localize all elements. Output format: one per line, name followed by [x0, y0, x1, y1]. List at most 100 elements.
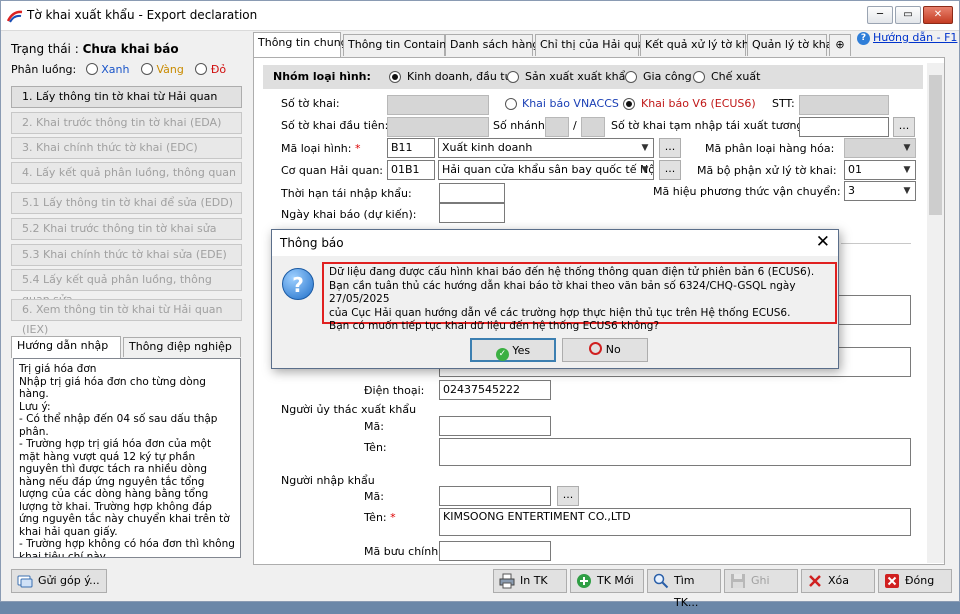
lane-yellow-radio[interactable]: [140, 63, 153, 75]
notification-dialog: Thông báo ✕ ? Dữ liệu đang được cấu hình…: [271, 229, 839, 369]
step-1-button[interactable]: 1. Lấy thông tin tờ khai từ Hải quan (ED…: [11, 86, 242, 123]
stt-field: [799, 95, 889, 115]
delete-button[interactable]: Xóa: [801, 569, 875, 593]
close-icon[interactable]: ✕: [816, 232, 830, 252]
scrollbar-thumb[interactable]: [929, 75, 942, 215]
search-declaration-button[interactable]: Tìm TK...: [647, 569, 721, 609]
tab-input-guide[interactable]: Hướng dẫn nhập liệu: [11, 336, 121, 370]
close-window-button[interactable]: ✕: [923, 6, 953, 24]
chevron-down-icon: ▼: [903, 165, 911, 175]
maximize-button[interactable]: ▭: [895, 6, 921, 24]
type-name-value: Xuất kinh doanh: [442, 141, 533, 154]
status-value: Chưa khai báo: [82, 42, 179, 56]
step-3-button[interactable]: 3. Khai chính thức tờ khai (EDC): [11, 137, 242, 159]
save-label: Ghi: [751, 574, 770, 587]
processing-unit-select[interactable]: 01 ▼: [844, 160, 916, 180]
lane-green-radio[interactable]: [85, 63, 98, 75]
minimize-button[interactable]: ─: [867, 6, 893, 24]
importer-name-input[interactable]: KIMSOONG ENTERTIMENT CO.,LTD: [439, 508, 911, 536]
search-icon: [653, 573, 669, 589]
transport-mode-label-text: Mã hiệu phương thức vận chuyển:: [653, 185, 841, 198]
tab-declaration-management[interactable]: Quản lý tờ khai: [747, 34, 836, 56]
type-name-select[interactable]: Xuất kinh doanh ▼: [438, 138, 654, 158]
step-6-button[interactable]: 6. Xem thông tin tờ khai từ Hải quan (IE…: [11, 299, 242, 336]
branch-slash: /: [573, 119, 577, 132]
entrusting-name-input[interactable]: [439, 438, 911, 466]
temp-import-declaration-input[interactable]: [799, 117, 889, 137]
entrusting-code-label: Mã:: [364, 420, 384, 433]
type-code-input[interactable]: B11: [387, 138, 435, 158]
new-declaration-button[interactable]: TK Mới: [570, 569, 644, 593]
processing-unit-label: Mã bộ phận xử lý tờ khai:: [697, 164, 837, 177]
ecus6-label: Khai báo V6 (ECUS6): [641, 97, 756, 110]
tab-container-info[interactable]: Thông tin Container: [343, 34, 457, 56]
temp-import-lookup-button[interactable]: ...: [893, 117, 915, 137]
feedback-button[interactable]: Gửi góp ý...: [11, 569, 107, 593]
importer-lookup-button[interactable]: ...: [557, 486, 579, 506]
tab-processing-results[interactable]: Kết quả xử lý tờ khai: [640, 34, 759, 56]
declaration-date-input[interactable]: [439, 203, 505, 223]
step-5-2-button[interactable]: 5.2 Khai trước thông tin tờ khai sửa (ED…: [11, 218, 242, 255]
section-divider: [841, 243, 911, 244]
chevron-down-icon: ▼: [903, 186, 911, 196]
tab-goods-list[interactable]: Danh sách hàng: [445, 34, 539, 56]
transport-mode-select[interactable]: 3 ▼: [844, 181, 916, 201]
close-button[interactable]: Đóng: [878, 569, 952, 593]
vnaccs-radio[interactable]: [505, 98, 517, 110]
branch-number-label: Số nhánh:: [493, 119, 549, 132]
vertical-scrollbar[interactable]: [927, 63, 944, 563]
dialog-message: Dữ liệu đang được cấu hình khai báo đến …: [322, 262, 837, 332]
no-button[interactable]: No: [562, 338, 648, 362]
new-declaration-label: TK Mới: [597, 574, 634, 587]
group-production-label: Sản xuất xuất khẩu: [525, 70, 633, 83]
customs-office-code-input[interactable]: 01B1: [387, 160, 435, 180]
step-5-1-button[interactable]: 5.1 Lấy thông tin tờ khai để sửa (EDD): [11, 192, 242, 214]
title-bar: Tờ khai xuất khẩu - Export declaration ─…: [1, 1, 959, 31]
group-processing-radio[interactable]: [625, 71, 637, 83]
customs-office-select[interactable]: Hải quan cửa khẩu sân bay quốc tế Nội ▼: [438, 160, 654, 180]
importer-code-input[interactable]: [439, 486, 551, 506]
importer-name-label: Tên: *: [364, 511, 396, 524]
branch-total-field: [581, 117, 605, 137]
dialog-title: Thông báo: [280, 236, 344, 250]
step-5-3-button[interactable]: 5.3 Khai chính thức tờ khai sửa (EDE): [11, 244, 242, 266]
lane-red-radio[interactable]: [195, 63, 208, 75]
dialog-title-bar: Thông báo ✕: [272, 230, 838, 256]
entrusting-code-input[interactable]: [439, 416, 551, 436]
tab-customs-instructions[interactable]: Chỉ thị của Hải quan: [535, 34, 652, 56]
tab-business-messages[interactable]: Thông điệp nghiệp vụ: [123, 337, 241, 371]
ecus6-radio[interactable]: [623, 98, 635, 110]
group-production-radio[interactable]: [507, 71, 519, 83]
search-declaration-label: Tìm TK...: [674, 574, 699, 609]
phone-input[interactable]: 02437545222: [439, 380, 551, 400]
group-business-radio[interactable]: [389, 71, 401, 83]
help-link[interactable]: Hướng dẫn - F1: [873, 31, 957, 44]
print-button[interactable]: In TK: [493, 569, 567, 593]
tab-scroll-icon[interactable]: ⊕: [829, 34, 851, 56]
yes-button[interactable]: ✓ Yes: [470, 338, 556, 362]
floppy-disk-icon: [731, 574, 745, 588]
lane-green-label: Xanh: [101, 63, 130, 76]
step-4-button[interactable]: 4. Lấy kết quả phân luồng, thông quan: [11, 162, 242, 184]
customs-office-label-text: Cơ quan Hải quan:: [281, 164, 384, 177]
save-button[interactable]: Ghi: [724, 569, 798, 593]
group-type-row: Nhóm loại hình: Kinh doanh, đầu tư Sản x…: [263, 65, 923, 89]
chevron-down-icon: ▼: [641, 143, 649, 153]
postal-code-input[interactable]: [439, 541, 551, 561]
importer-label: Người nhập khẩu: [281, 474, 375, 487]
tab-general-info[interactable]: Thông tin chung: [253, 32, 348, 57]
step-5-4-button[interactable]: 5.4 Lấy kết quả phân luồng, thông quan s…: [11, 269, 242, 306]
type-lookup-button[interactable]: ...: [659, 138, 681, 158]
entrusting-exporter-label: Người ủy thác xuất khẩu: [281, 403, 417, 416]
reimport-deadline-input[interactable]: [439, 183, 505, 203]
importer-code-label: Mã:: [364, 490, 384, 503]
step-2-button[interactable]: 2. Khai trước thông tin tờ khai (EDA): [11, 112, 242, 134]
customs-office-lookup-button[interactable]: ...: [659, 160, 681, 180]
goods-classification-select[interactable]: ▼: [844, 138, 916, 158]
yes-label: Yes: [512, 344, 531, 357]
close-label: Đóng: [905, 574, 935, 587]
lane-red-label: Đỏ: [210, 63, 227, 76]
required-mark: *: [390, 511, 396, 524]
group-processing-label: Gia công: [643, 70, 692, 83]
group-epe-radio[interactable]: [693, 71, 705, 83]
